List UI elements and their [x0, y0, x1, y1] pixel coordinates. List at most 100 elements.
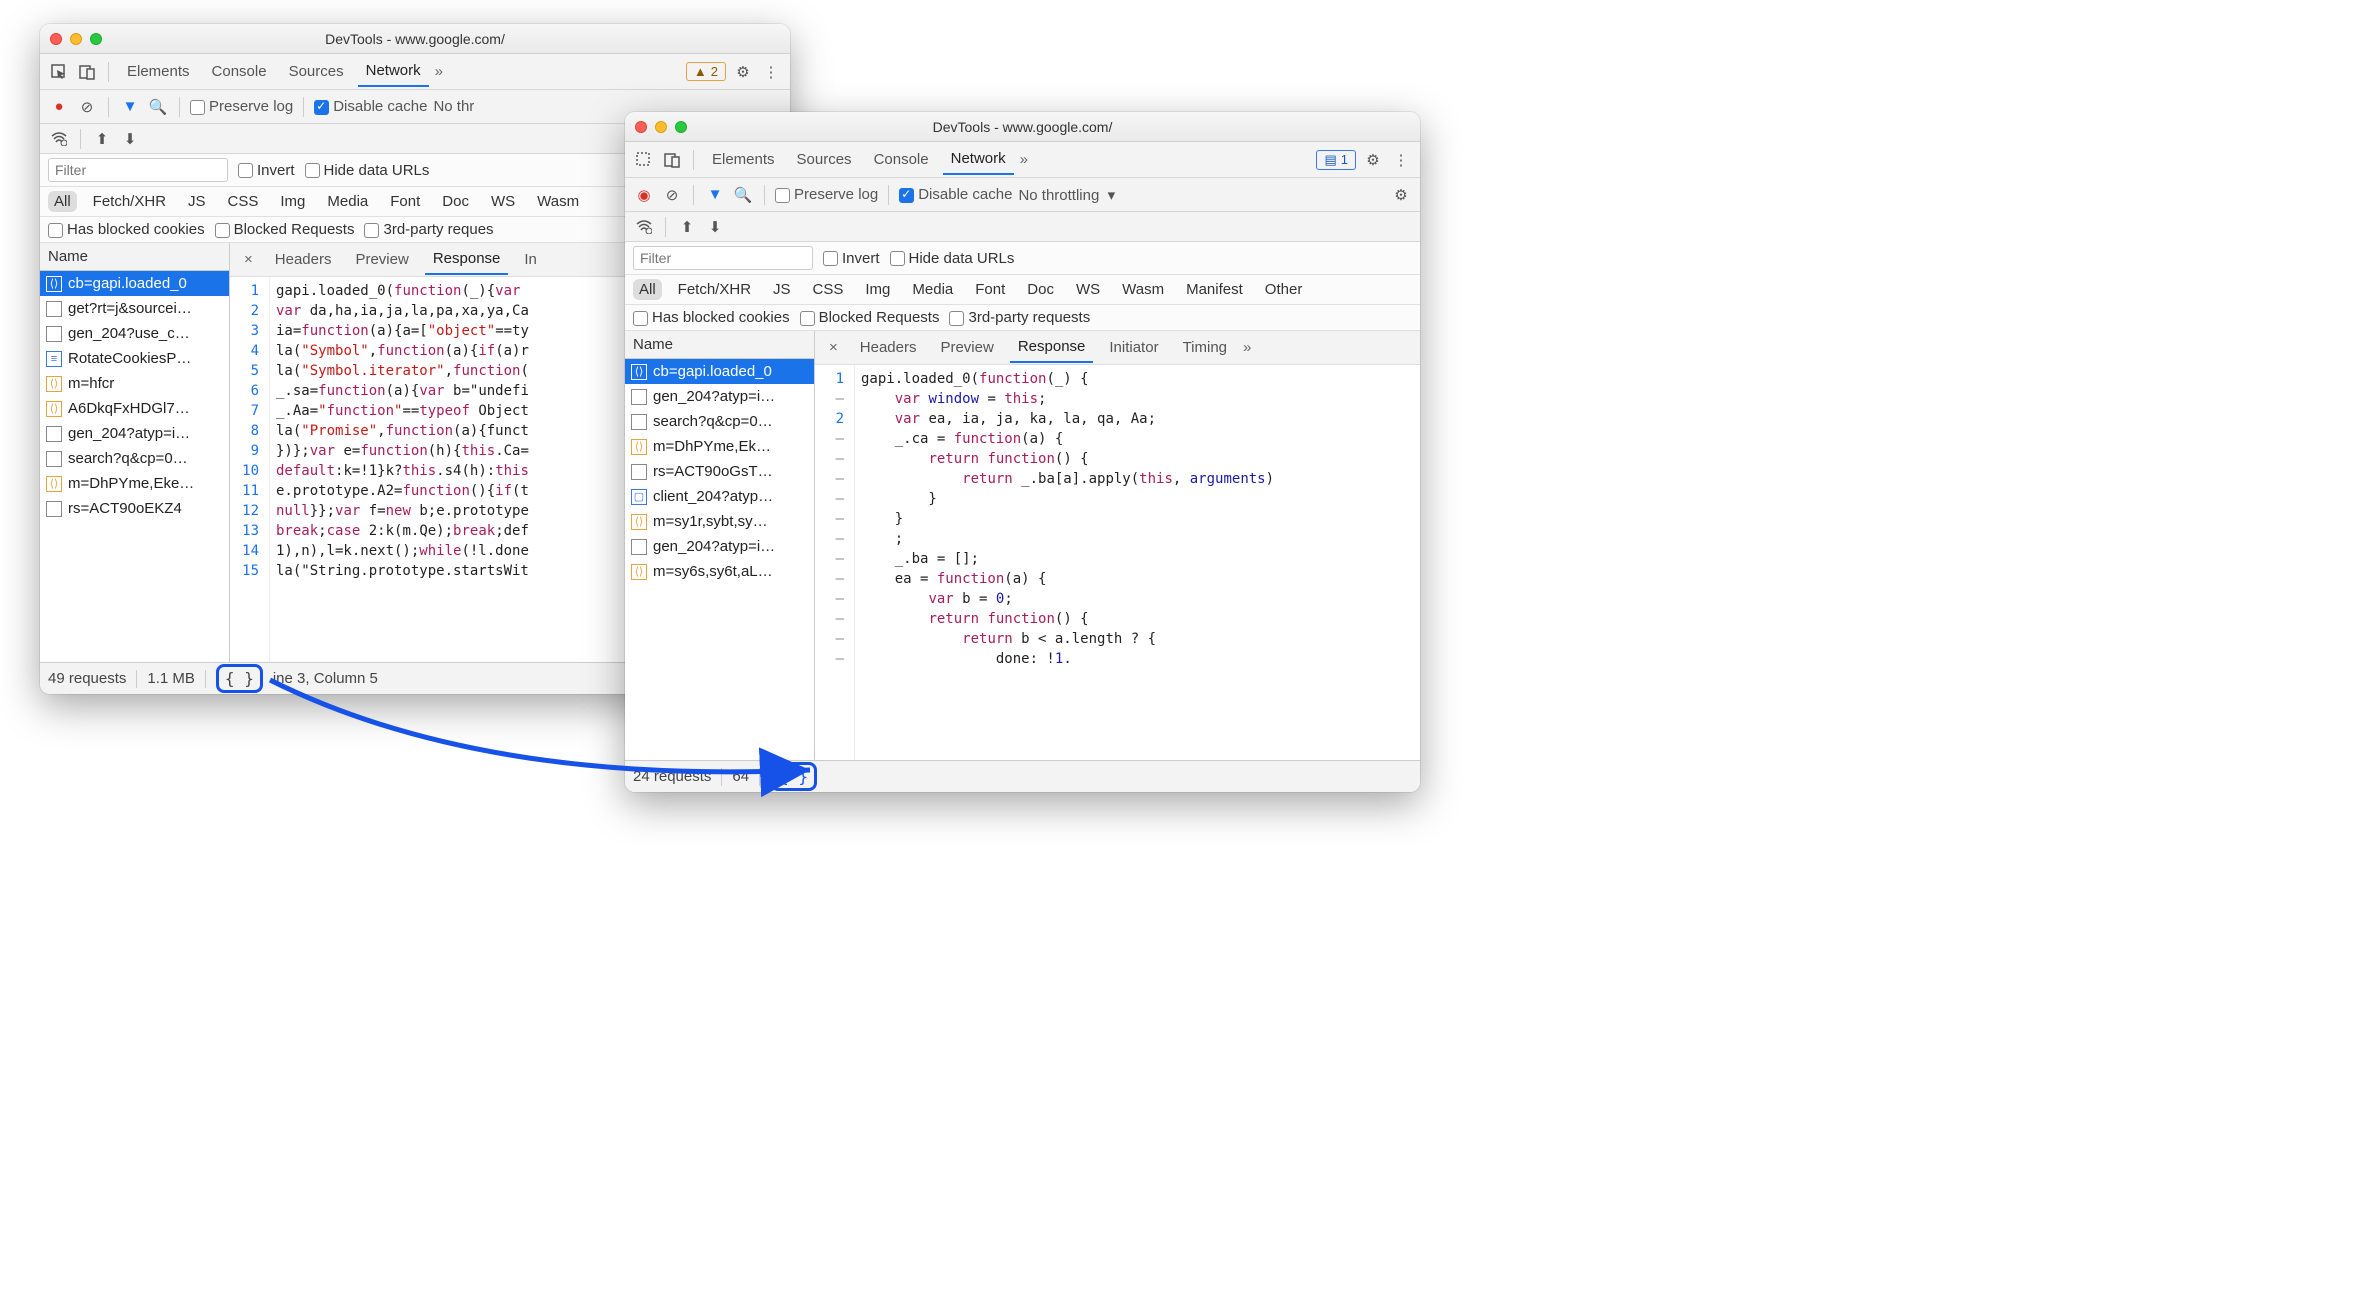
- request-row[interactable]: gen_204?atyp=i…: [40, 421, 229, 446]
- more-detail-tabs-icon[interactable]: »: [1243, 339, 1251, 356]
- invert-check[interactable]: Invert: [823, 250, 880, 267]
- filter-icon[interactable]: ▼: [704, 184, 726, 206]
- chip-font[interactable]: Font: [969, 279, 1011, 300]
- invert-check[interactable]: Invert: [238, 162, 295, 179]
- tab-elements[interactable]: Elements: [704, 145, 783, 174]
- disable-cache-check[interactable]: Disable cache: [899, 186, 1012, 203]
- chip-ws[interactable]: WS: [1070, 279, 1106, 300]
- detail-tab-initiator[interactable]: Initiator: [1101, 333, 1166, 362]
- tab-network[interactable]: Network: [358, 56, 429, 87]
- throttling-select[interactable]: No throttling ▾: [1018, 186, 1115, 204]
- blocked-requests-check[interactable]: Blocked Requests: [215, 221, 355, 238]
- close-window[interactable]: [50, 33, 62, 45]
- chip-img[interactable]: Img: [859, 279, 896, 300]
- request-row[interactable]: ⟨⟩m=sy6s,sy6t,aL…: [625, 559, 814, 584]
- detail-tab-timing[interactable]: Timing: [1175, 333, 1235, 362]
- chip-doc[interactable]: Doc: [436, 191, 475, 212]
- detail-tab-response[interactable]: Response: [425, 244, 509, 275]
- record-icon[interactable]: ◉: [633, 184, 655, 206]
- chip-css[interactable]: CSS: [222, 191, 265, 212]
- chip-js[interactable]: JS: [182, 191, 212, 212]
- third-party-check[interactable]: 3rd-party requests: [949, 309, 1090, 326]
- chip-img[interactable]: Img: [274, 191, 311, 212]
- name-column-header[interactable]: Name: [40, 243, 229, 271]
- chip-wasm[interactable]: Wasm: [1116, 279, 1170, 300]
- settings-icon[interactable]: ⚙: [1362, 149, 1384, 171]
- minimize-window[interactable]: [655, 121, 667, 133]
- chip-other[interactable]: Other: [1259, 279, 1309, 300]
- filter-icon[interactable]: ▼: [119, 96, 141, 118]
- request-row[interactable]: ⟨⟩cb=gapi.loaded_0: [625, 359, 814, 384]
- chip-all[interactable]: All: [48, 191, 77, 212]
- chip-js[interactable]: JS: [767, 279, 797, 300]
- chip-media[interactable]: Media: [906, 279, 959, 300]
- name-column-header[interactable]: Name: [625, 331, 814, 359]
- search-icon[interactable]: 🔍: [732, 184, 754, 206]
- hide-data-urls-check[interactable]: Hide data URLs: [305, 162, 430, 179]
- tab-elements[interactable]: Elements: [119, 57, 198, 86]
- detail-tab-response[interactable]: Response: [1010, 332, 1094, 363]
- request-row[interactable]: rs=ACT90oGsT…: [625, 459, 814, 484]
- close-detail-icon[interactable]: ×: [238, 251, 259, 268]
- settings-icon[interactable]: ⚙: [732, 61, 754, 83]
- upload-har-icon[interactable]: ⬆: [91, 128, 113, 150]
- detail-tab-preview[interactable]: Preview: [932, 333, 1001, 362]
- blocked-requests-check[interactable]: Blocked Requests: [800, 309, 940, 326]
- tab-console[interactable]: Console: [866, 145, 937, 174]
- maximize-window[interactable]: [90, 33, 102, 45]
- detail-tab-headers[interactable]: Headers: [267, 245, 340, 274]
- request-row[interactable]: gen_204?atyp=i…: [625, 534, 814, 559]
- chip-fetch[interactable]: Fetch/XHR: [87, 191, 172, 212]
- pretty-print-button[interactable]: { }: [216, 664, 263, 693]
- chip-manifest[interactable]: Manifest: [1180, 279, 1249, 300]
- request-row[interactable]: ⟨⟩m=DhPYme,Eke…: [40, 471, 229, 496]
- chip-css[interactable]: CSS: [807, 279, 850, 300]
- more-tabs-icon[interactable]: »: [1020, 151, 1028, 168]
- download-har-icon[interactable]: ⬇: [704, 216, 726, 238]
- search-icon[interactable]: 🔍: [147, 96, 169, 118]
- request-row[interactable]: search?q&cp=0…: [625, 409, 814, 434]
- throttling-select[interactable]: No thr: [433, 98, 474, 115]
- chip-wasm[interactable]: Wasm: [531, 191, 585, 212]
- more-tabs-icon[interactable]: »: [435, 63, 443, 80]
- warnings-badge[interactable]: ▲ 2: [686, 62, 726, 81]
- network-conditions-icon[interactable]: [48, 128, 70, 150]
- device-icon[interactable]: [661, 149, 683, 171]
- close-detail-icon[interactable]: ×: [823, 339, 844, 356]
- tab-sources[interactable]: Sources: [789, 145, 860, 174]
- request-row[interactable]: ⟨⟩m=hfcr: [40, 371, 229, 396]
- request-row[interactable]: ≡RotateCookiesP…: [40, 346, 229, 371]
- detail-tab-preview[interactable]: Preview: [347, 245, 416, 274]
- chip-fetch[interactable]: Fetch/XHR: [672, 279, 757, 300]
- chip-ws[interactable]: WS: [485, 191, 521, 212]
- maximize-window[interactable]: [675, 121, 687, 133]
- chip-doc[interactable]: Doc: [1021, 279, 1060, 300]
- disable-cache-check[interactable]: Disable cache: [314, 98, 427, 115]
- close-window[interactable]: [635, 121, 647, 133]
- clear-icon[interactable]: ⊘: [76, 96, 98, 118]
- request-row[interactable]: gen_204?atyp=i…: [625, 384, 814, 409]
- hide-data-urls-check[interactable]: Hide data URLs: [890, 250, 1015, 267]
- minimize-window[interactable]: [70, 33, 82, 45]
- detail-tab-initiator[interactable]: In: [516, 245, 545, 274]
- request-row[interactable]: rs=ACT90oEKZ4: [40, 496, 229, 521]
- request-row[interactable]: ⟨⟩m=sy1r,sybt,sy…: [625, 509, 814, 534]
- preserve-log-check[interactable]: Preserve log: [775, 186, 878, 203]
- blocked-cookies-check[interactable]: Has blocked cookies: [633, 309, 790, 326]
- chip-all[interactable]: All: [633, 279, 662, 300]
- network-conditions-icon[interactable]: [633, 216, 655, 238]
- inspect-icon[interactable]: [48, 61, 70, 83]
- inspect-icon[interactable]: [633, 149, 655, 171]
- pretty-print-button[interactable]: { }: [770, 762, 817, 791]
- request-row[interactable]: ⟨⟩m=DhPYme,Ek…: [625, 434, 814, 459]
- device-icon[interactable]: [76, 61, 98, 83]
- request-row[interactable]: search?q&cp=0…: [40, 446, 229, 471]
- filter-input[interactable]: [48, 158, 228, 182]
- detail-tab-headers[interactable]: Headers: [852, 333, 925, 362]
- download-har-icon[interactable]: ⬇: [119, 128, 141, 150]
- record-icon[interactable]: ●: [48, 96, 70, 118]
- third-party-check[interactable]: 3rd-party reques: [364, 221, 493, 238]
- upload-har-icon[interactable]: ⬆: [676, 216, 698, 238]
- tab-console[interactable]: Console: [204, 57, 275, 86]
- request-row[interactable]: ⟨⟩cb=gapi.loaded_0: [40, 271, 229, 296]
